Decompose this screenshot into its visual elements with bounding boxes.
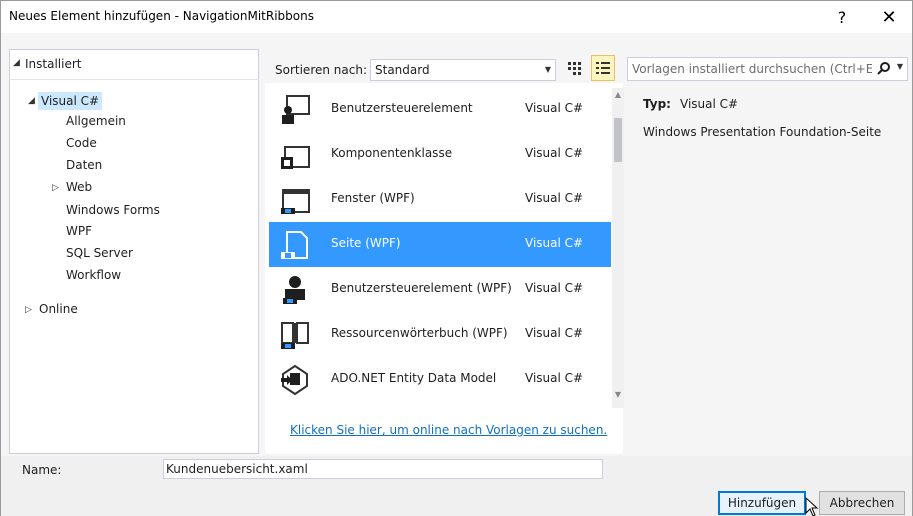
template-list-scrollbar[interactable]: ▲ ▼: [612, 88, 624, 408]
name-field[interactable]: Kundenuebersicht.xaml: [163, 459, 603, 479]
add-new-item-dialog: Neues Element hinzufügen - NavigationMit…: [0, 0, 913, 516]
template-item-entity-data-model[interactable]: ADO.NET Entity Data Model Visual C#: [269, 357, 611, 402]
mouse-cursor-icon: [805, 497, 819, 516]
template-language: Visual C#: [525, 236, 584, 250]
tree-item-web[interactable]: Web: [66, 178, 92, 196]
template-item-user-control[interactable]: Benutzersteuerelement Visual C#: [269, 87, 611, 132]
tree-item-daten[interactable]: Daten: [66, 156, 102, 174]
tree-item-windows-forms[interactable]: Windows Forms: [66, 201, 160, 219]
scroll-up-icon[interactable]: ▲: [612, 90, 624, 99]
template-language: Visual C#: [525, 326, 584, 340]
wpf-user-control-icon: [283, 276, 305, 304]
template-language: Visual C#: [525, 281, 584, 295]
expand-right-icon[interactable]: ▷: [52, 183, 59, 193]
component-class-icon: [281, 146, 310, 169]
template-item-component-class[interactable]: Komponentenklasse Visual C#: [269, 132, 611, 177]
template-name: Benutzersteuerelement: [331, 101, 473, 115]
template-item-wpf-page[interactable]: Seite (WPF) Visual C#: [269, 222, 611, 267]
name-label: Name:: [22, 463, 62, 477]
type-label: Typ:: [643, 97, 671, 111]
scroll-thumb[interactable]: [614, 118, 622, 162]
search-placeholder: Vorlagen installiert durchsuchen (Ctrl+E…: [632, 62, 872, 76]
expand-down-icon[interactable]: ◢: [13, 58, 20, 68]
sort-value: Standard: [375, 63, 430, 77]
grid-view-icon: [568, 62, 581, 75]
template-name: Ressourcenwörterbuch (WPF): [331, 326, 508, 340]
template-name: Fenster (WPF): [331, 191, 415, 205]
online-templates-link[interactable]: Klicken Sie hier, um online nach Vorlage…: [290, 423, 607, 437]
template-item-resource-dictionary[interactable]: Ressourcenwörterbuch (WPF) Visual C#: [269, 312, 611, 357]
grid-view-button[interactable]: [563, 57, 585, 79]
tree-item-visual-csharp[interactable]: Visual C#: [38, 92, 103, 110]
entity-data-model-icon: [281, 364, 308, 396]
search-icon[interactable]: [877, 61, 891, 79]
user-control-icon: [282, 95, 310, 124]
template-description: Windows Presentation Foundation-Seite: [643, 125, 882, 139]
tree-item-sql-server[interactable]: SQL Server: [66, 244, 133, 262]
template-name: Komponentenklasse: [331, 146, 453, 160]
template-language: Visual C#: [525, 191, 584, 205]
chevron-down-icon[interactable]: ▼: [897, 62, 903, 71]
template-search-input[interactable]: Vorlagen installiert durchsuchen (Ctrl+E…: [627, 57, 908, 81]
type-value: Visual C#: [680, 97, 739, 111]
template-language: Visual C#: [525, 146, 584, 160]
expand-down-icon[interactable]: ◢: [28, 96, 35, 106]
installed-header[interactable]: Installiert: [25, 57, 81, 71]
sort-label: Sortieren nach:: [275, 63, 367, 77]
scroll-down-icon[interactable]: ▼: [612, 390, 624, 399]
help-button[interactable]: ?: [819, 1, 865, 33]
template-item-wpf-window[interactable]: Fenster (WPF) Visual C#: [269, 177, 611, 222]
resource-dictionary-icon: [281, 322, 309, 349]
list-view-icon: [596, 62, 610, 74]
template-name: Seite (WPF): [331, 236, 401, 250]
template-name: Benutzersteuerelement (WPF): [331, 281, 512, 295]
template-language: Visual C#: [525, 371, 584, 385]
tree-item-wpf[interactable]: WPF: [66, 222, 92, 240]
window-title: Neues Element hinzufügen - NavigationMit…: [9, 9, 314, 23]
online-header[interactable]: Online: [39, 300, 78, 318]
wpf-window-icon: [281, 189, 310, 214]
title-bar: Neues Element hinzufügen - NavigationMit…: [1, 1, 912, 33]
wpf-page-icon: [281, 231, 308, 259]
expand-right-icon[interactable]: ▷: [25, 305, 32, 315]
template-language: Visual C#: [525, 101, 584, 115]
tree-item-workflow[interactable]: Workflow: [66, 266, 121, 284]
sort-dropdown[interactable]: Standard ▼: [370, 59, 556, 81]
template-item-wpf-user-control[interactable]: Benutzersteuerelement (WPF) Visual C#: [269, 267, 611, 312]
template-name: ADO.NET Entity Data Model: [331, 371, 497, 385]
cancel-button[interactable]: Abbrechen: [819, 491, 905, 515]
list-view-button[interactable]: [591, 55, 615, 81]
tree-item-code[interactable]: Code: [66, 134, 97, 152]
add-button[interactable]: Hinzufügen: [718, 491, 806, 515]
tree-item-allgemein[interactable]: Allgemein: [66, 112, 126, 130]
chevron-down-icon: ▼: [544, 65, 551, 74]
close-button[interactable]: ✕: [866, 1, 912, 33]
divider: [9, 79, 259, 80]
